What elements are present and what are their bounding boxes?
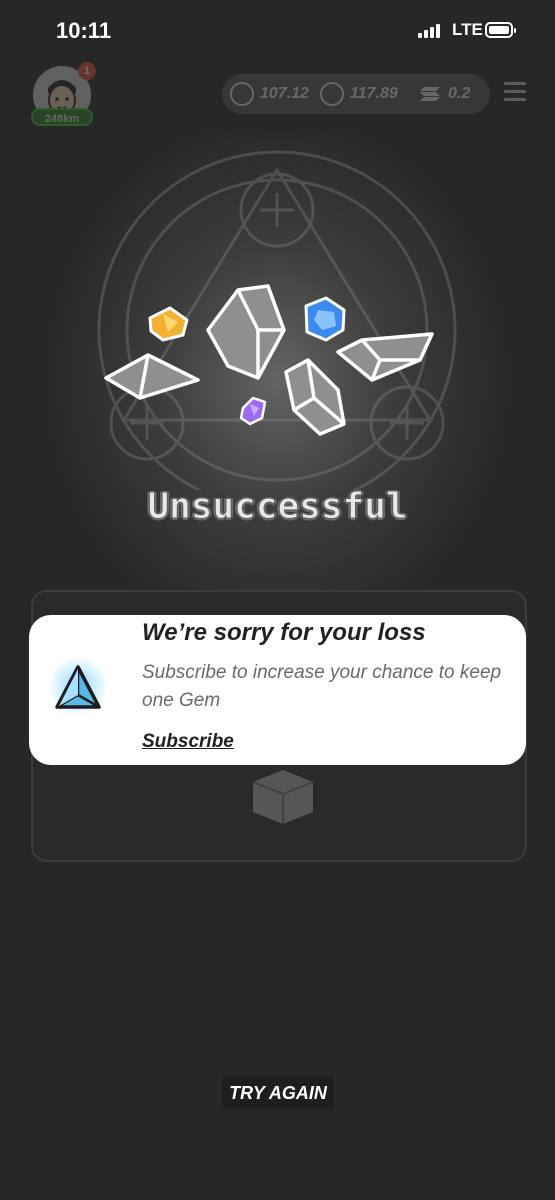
network-type: LTE xyxy=(452,20,483,39)
signal-icon xyxy=(418,24,440,38)
gold-gem-icon xyxy=(148,306,189,342)
top-bar: 1 248km 107.12 117.89 0.2 xyxy=(0,60,555,130)
gems-scene xyxy=(97,150,457,490)
distance-badge: 248km xyxy=(31,108,93,126)
status-time: 10:11 xyxy=(56,18,112,43)
box-icon xyxy=(252,770,314,824)
token-g-icon xyxy=(320,82,344,106)
grey-rock-bottom-icon xyxy=(284,358,346,436)
grey-rock-left-icon xyxy=(104,353,200,400)
grey-rock-large-icon xyxy=(206,284,286,380)
status-bar: 10:11 LTE xyxy=(0,0,555,60)
balances-bar[interactable]: 107.12 117.89 0.2 xyxy=(222,74,490,114)
grey-rock-right-icon xyxy=(336,332,434,382)
try-again-button[interactable]: TRY AGAIN xyxy=(222,1077,334,1109)
toast-message: Subscribe to increase your chance to kee… xyxy=(142,662,502,711)
menu-icon[interactable] xyxy=(504,82,526,106)
solana-icon xyxy=(420,87,440,101)
notification-badge: 1 xyxy=(78,62,96,80)
subscribe-link[interactable]: Subscribe xyxy=(142,731,234,753)
loss-toast: We’re sorry for your loss Subscribe to i… xyxy=(29,615,526,765)
blue-gem-icon xyxy=(304,296,346,342)
battery-icon xyxy=(485,22,516,38)
toast-title: We’re sorry for your loss xyxy=(142,619,426,646)
triangle-gem-icon xyxy=(48,656,108,716)
result-title: Unsuccessful xyxy=(147,486,408,528)
token-a-icon xyxy=(230,82,254,106)
